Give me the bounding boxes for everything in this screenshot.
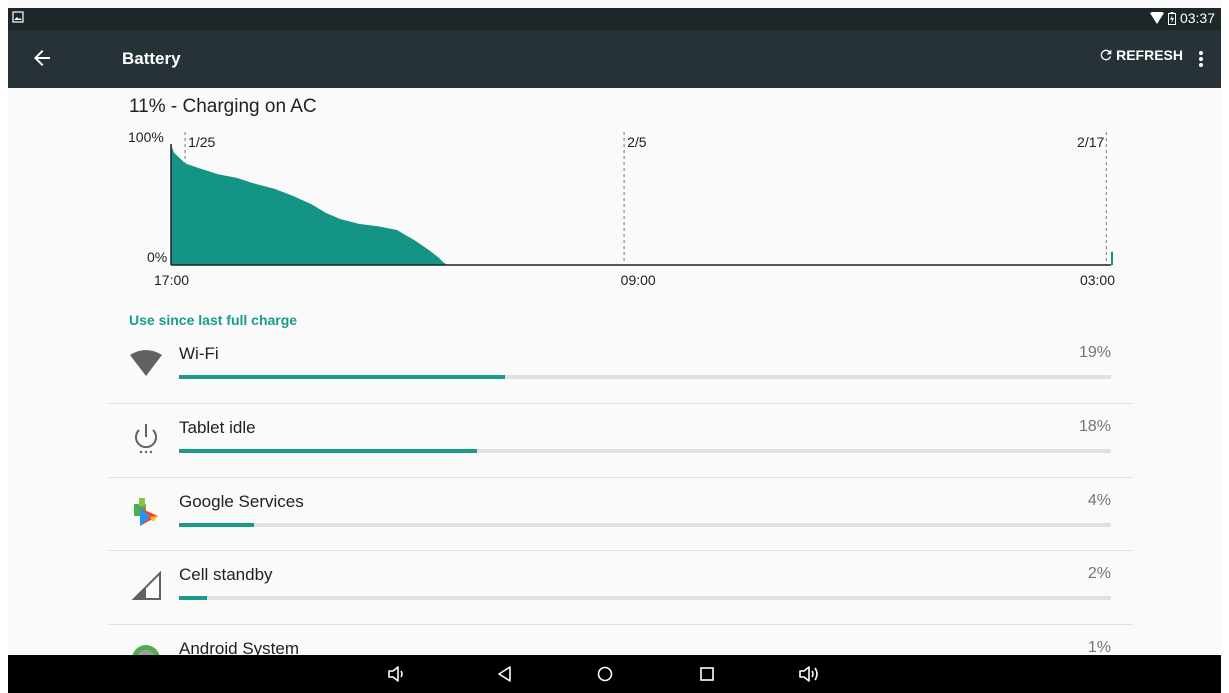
status-icons: 03:37 [1149,10,1215,26]
android-icon [132,645,160,655]
usage-item-bar-fill [179,596,207,600]
back-icon[interactable] [494,663,516,685]
navigation-bar [8,655,1221,693]
recents-icon[interactable] [696,663,718,685]
status-time: 03:37 [1179,10,1215,26]
chart-x-tick-label: 03:00 [1080,272,1115,288]
usage-item-bar-fill [179,375,506,379]
wifi-icon [1149,12,1164,24]
usage-item-android-system[interactable]: Android System 1% [108,625,1133,655]
chart-date-label: 2/17 [1077,134,1104,150]
battery-icon [1167,11,1176,25]
section-header: Use since last full charge [129,312,298,328]
usage-item-google-services[interactable]: Google Services 4% [108,478,1133,551]
battery-summary: 11% - Charging on AC [129,96,317,117]
home-icon[interactable] [594,663,616,685]
app-bar: Battery REFRESH [8,30,1221,88]
back-arrow-icon[interactable] [30,46,54,70]
google-services-icon [134,498,158,526]
chart-date-label: 1/25 [188,134,215,150]
usage-item-label: Android System [179,639,299,655]
usage-item-cell-standby[interactable]: Cell standby 2% [108,551,1133,624]
chart-y-label-bottom: 0% [147,249,167,265]
cell-signal-icon [131,570,161,600]
wifi-icon [130,350,162,376]
battery-content: 11% - Charging on AC 100% 0% 1/25 2/5 2/17… [8,88,1221,655]
chart-x-tick-label: 17:00 [154,272,189,288]
usage-item-percent: 4% [1087,492,1111,509]
power-icon [135,424,157,454]
chart-y-label-top: 100% [128,129,164,145]
refresh-button[interactable]: REFRESH [1098,47,1183,63]
page-title: Battery [122,49,181,68]
usage-item-bar [179,449,1111,453]
usage-item-percent: 19% [1078,344,1111,361]
chart-battery-area [171,144,449,265]
usage-item-percent: 2% [1087,565,1111,582]
usage-item-bar [179,375,1111,379]
usage-item-bar [179,523,1111,527]
usage-item-bar-fill [179,449,478,453]
usage-item-wifi[interactable]: Wi-Fi 19% [108,330,1133,403]
usage-item-percent: 1% [1087,639,1111,655]
screen-border-left [0,0,8,693]
refresh-label: REFRESH [1116,47,1183,63]
refresh-icon [1100,49,1112,61]
image-icon [12,11,24,23]
usage-item-bar [179,596,1111,600]
battery-history-chart: 100% 0% 1/25 2/5 2/17 17:00 09:00 03:00 [128,129,1115,288]
usage-item-label: Wi-Fi [179,344,219,363]
chart-x-tick-label: 09:00 [621,272,656,288]
usage-item-tablet-idle[interactable]: Tablet idle 18% [108,404,1133,477]
screen-border-right [1221,0,1229,693]
usage-item-label: Tablet idle [179,418,256,437]
overflow-menu-icon[interactable] [1193,47,1209,71]
status-bar: 03:37 [8,8,1221,30]
chart-date-label: 2/5 [627,134,647,150]
usage-item-label: Cell standby [179,565,273,584]
volume-down-icon[interactable] [386,663,408,685]
usage-item-bar-fill [179,523,254,527]
volume-up-icon[interactable] [798,663,820,685]
usage-item-label: Google Services [179,492,304,511]
usage-item-percent: 18% [1078,418,1111,435]
